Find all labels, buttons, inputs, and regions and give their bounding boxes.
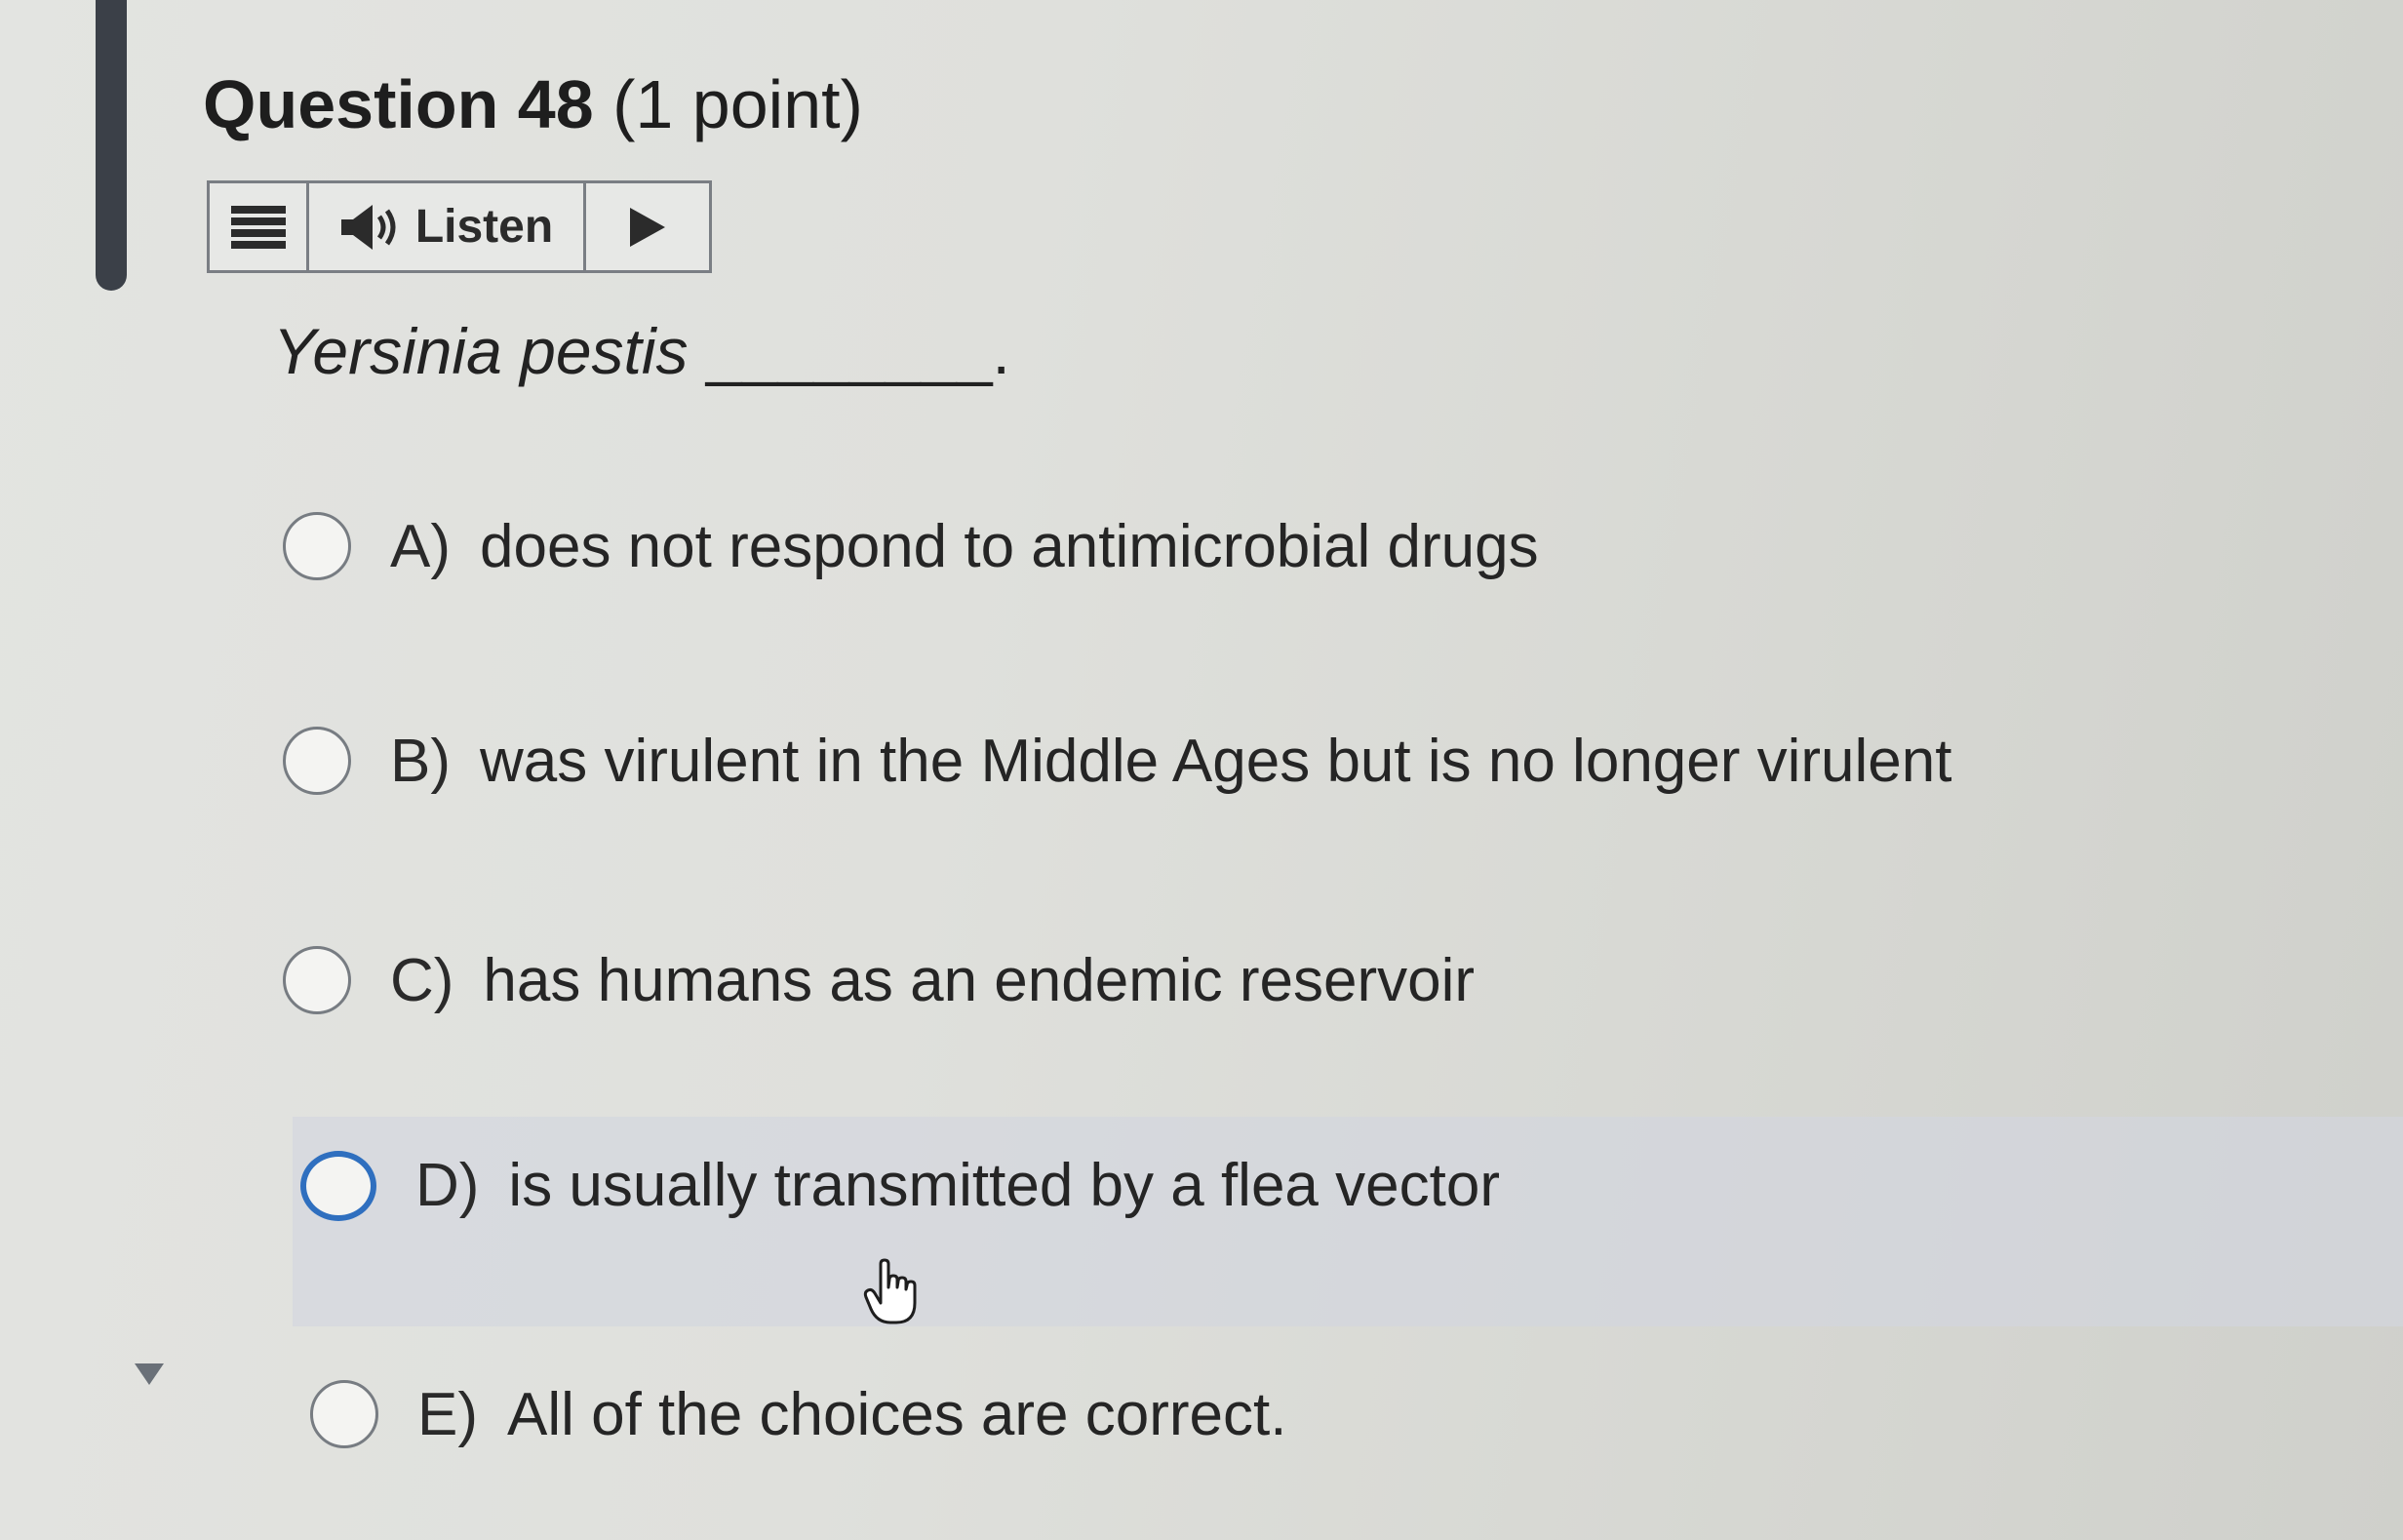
stem-blank: ________. [705, 315, 1010, 387]
question-accent-bar [96, 0, 127, 291]
play-button[interactable] [586, 183, 709, 270]
question-title: Question 48 (1 point) [203, 60, 863, 148]
answer-option-c[interactable]: C) has humans as an endemic reservoir [283, 912, 1475, 1048]
option-text: does not respond to antimicrobial drugs [480, 512, 1539, 580]
answer-option-a[interactable]: A) does not respond to antimicrobial dru… [283, 478, 1539, 614]
option-text: is usually transmitted by a flea vector [508, 1152, 1500, 1219]
menu-icon [230, 205, 286, 249]
caret-down-icon[interactable] [135, 1363, 164, 1385]
hand-cursor-icon [863, 1258, 917, 1324]
organism-name: Yersinia pestis [273, 315, 689, 387]
listen-button[interactable]: Listen [309, 183, 586, 270]
question-stem: Yersinia pestis ________. [273, 307, 1010, 395]
option-letter: D) [415, 1152, 480, 1219]
option-text: All of the choices are correct. [507, 1380, 1287, 1448]
option-text: was virulent in the Middle Ages but is n… [480, 727, 1952, 795]
listen-label: Listen [414, 201, 554, 253]
radio-button-d[interactable] [300, 1151, 376, 1221]
radio-button-e[interactable] [310, 1380, 378, 1448]
option-letter: A) [390, 512, 451, 580]
speaker-icon [340, 204, 396, 250]
radio-button-b[interactable] [283, 727, 351, 795]
question-number: Question 48 [203, 66, 594, 142]
play-icon [630, 207, 665, 247]
option-text: has humans as an endemic reservoir [483, 946, 1476, 1014]
option-letter: B) [390, 727, 451, 795]
radio-button-a[interactable] [283, 512, 351, 580]
readspeaker-menu-button[interactable] [210, 183, 309, 270]
answer-option-b[interactable]: B) was virulent in the Middle Ages but i… [283, 692, 1952, 829]
answer-option-d[interactable]: D) is usually transmitted by a flea vect… [293, 1117, 2403, 1326]
answer-option-e[interactable]: E) All of the choices are correct. [310, 1346, 1286, 1482]
option-letter: C) [390, 946, 454, 1014]
question-points: (1 point) [612, 66, 863, 142]
readspeaker-toolbar: Listen [207, 180, 712, 273]
option-letter: E) [417, 1380, 478, 1448]
radio-button-c[interactable] [283, 946, 351, 1014]
